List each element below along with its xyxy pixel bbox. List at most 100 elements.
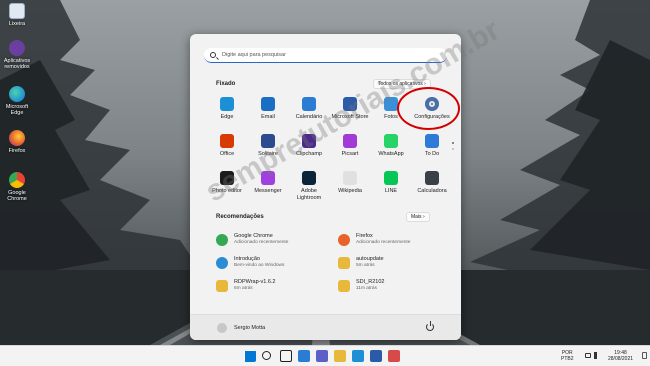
recommended-name: autoupdate	[356, 256, 384, 262]
desktop-icon-label: Microsoft Edge	[5, 104, 29, 116]
pinned-app-label: Clipchamp	[296, 151, 322, 157]
recommended-item[interactable]: Google Chrome Adicionado recentemente	[216, 232, 326, 248]
pinned-app-label: Photo editor	[212, 188, 242, 194]
page-indicator-dot[interactable]	[452, 148, 454, 150]
language-indicator[interactable]: POR PTB2	[561, 350, 574, 362]
pinned-app-calculadora[interactable]: Calculadora	[412, 171, 452, 195]
pinned-app-microsoft-store[interactable]: Microsoft Store	[330, 97, 370, 121]
recommended-subtitle: Bem-vindo ao Windows	[234, 263, 285, 268]
start-footer: Sergio Motta	[190, 314, 461, 340]
more-button[interactable]: Mais ›	[406, 212, 430, 222]
pinned-app-whatsapp[interactable]: WhatsApp	[371, 134, 411, 158]
pinned-app-label: Calendário	[295, 114, 323, 120]
clock-date: 28/08/2021	[608, 356, 634, 362]
pinned-app-calend-rio[interactable]: Calendário	[289, 97, 329, 121]
notification-icon[interactable]	[642, 352, 647, 359]
store-icon	[343, 97, 357, 111]
search-icon	[210, 52, 216, 58]
power-icon[interactable]	[426, 321, 434, 331]
pinned-app-edge[interactable]: Edge	[207, 97, 247, 121]
search-icon[interactable]	[262, 351, 271, 360]
calendar-icon	[302, 97, 316, 111]
pinned-app-to-do[interactable]: To Do	[412, 134, 452, 158]
recycle-bin-icon	[9, 3, 25, 19]
desktop-icon-firefox[interactable]: Firefox	[2, 130, 32, 154]
pinned-app-adobe-lightroom[interactable]: Adobe Lightroom	[289, 171, 329, 201]
recommended-item[interactable]: Introdução Bem-vindo ao Windows	[216, 255, 326, 271]
recommended-name: Firefox	[356, 233, 373, 239]
pinned-app-label: Microsoft Store	[331, 114, 369, 120]
task-view-icon[interactable]	[280, 350, 292, 362]
recommended-name: RDPWrap-v1.6.2	[234, 279, 276, 285]
desktop-icon-removed-apps[interactable]: Aplicativos removidos	[2, 40, 32, 70]
pinned-title: Fixado	[216, 81, 236, 87]
pinned-app-photo-editor[interactable]: Photo editor	[207, 171, 247, 195]
edge-icon	[9, 86, 25, 102]
desktop-icon-label: Aplicativos removidos	[3, 58, 31, 70]
pinned-app-label: Email	[261, 114, 275, 120]
volume-icon[interactable]	[594, 352, 600, 359]
recommended-name: Google Chrome	[234, 233, 273, 239]
recommended-name: Introdução	[234, 256, 260, 262]
photo-editor-icon	[220, 171, 234, 185]
snipping-icon[interactable]	[388, 350, 400, 362]
pinned-app-email[interactable]: Email	[248, 97, 288, 121]
pinned-app-label: Wikipedia	[338, 188, 362, 194]
start-menu: Digite aqui para pesquisar Fixado Todos …	[190, 34, 461, 340]
recommended-item[interactable]: Firefox Adicionado recentemente	[338, 232, 448, 248]
pinned-app-wikipedia[interactable]: Wikipedia	[330, 171, 370, 195]
pinned-app-office[interactable]: Office	[207, 134, 247, 158]
mail-icon	[261, 97, 275, 111]
desktop-icon-recycle-bin[interactable]: Lixeira	[2, 3, 32, 27]
store-icon[interactable]	[370, 350, 382, 362]
pinned-app-messenger[interactable]: Messenger	[248, 171, 288, 195]
calculator-icon	[425, 171, 439, 185]
recommended-name: SDI_R2102	[356, 279, 385, 285]
taskbar: POR PTB2 19:48 28/08/2021	[0, 345, 650, 366]
pinned-app-clipchamp[interactable]: Clipchamp	[289, 134, 329, 158]
user-avatar-icon[interactable]	[217, 323, 227, 333]
windows-start-icon[interactable]	[244, 350, 256, 362]
recommended-title: Recomendações	[216, 214, 264, 220]
desktop-icon-edge[interactable]: Microsoft Edge	[2, 86, 32, 116]
edge-icon[interactable]	[352, 350, 364, 362]
file-explorer-icon[interactable]	[334, 350, 346, 362]
recommended-subtitle: Adicionado recentemente	[234, 240, 289, 245]
solitaire-icon	[261, 134, 275, 148]
pinned-app-solitaire[interactable]: Solitaire	[248, 134, 288, 158]
chat-icon[interactable]	[316, 350, 328, 362]
pinned-app-picsart[interactable]: Picsart	[330, 134, 370, 158]
page-indicator-dot[interactable]	[452, 142, 454, 144]
search-input[interactable]: Digite aqui para pesquisar	[204, 48, 447, 63]
whatsapp-icon	[384, 134, 398, 148]
wikipedia-icon	[343, 171, 357, 185]
pinned-app-label: Adobe Lightroom	[296, 188, 322, 201]
removed-apps-icon	[9, 40, 25, 56]
pinned-app-label: To Do	[424, 151, 440, 157]
recommended-item[interactable]: SDI_R2102 11m atrás	[338, 278, 448, 294]
highlight-circle-settings	[397, 87, 460, 130]
chrome-icon	[9, 172, 25, 188]
recommended-item[interactable]: RDPWrap-v1.6.2 6m atrás	[216, 278, 326, 294]
edge-icon	[220, 97, 234, 111]
pinned-app-label: LINE	[384, 188, 398, 194]
desktop-icon-label: Google Chrome	[7, 190, 27, 202]
desktop-icon-chrome[interactable]: Google Chrome	[2, 172, 32, 202]
widgets-icon[interactable]	[298, 350, 310, 362]
line-icon	[384, 171, 398, 185]
user-name[interactable]: Sergio Motta	[234, 325, 265, 331]
folder-icon	[216, 280, 228, 292]
folder-icon	[338, 280, 350, 292]
pinned-app-label: Office	[219, 151, 235, 157]
pinned-app-line[interactable]: LINE	[371, 171, 411, 195]
pinned-app-label: WhatsApp	[378, 151, 404, 157]
picsart-icon	[343, 134, 357, 148]
clipchamp-icon	[302, 134, 316, 148]
clock[interactable]: 19:48 28/08/2021	[608, 350, 633, 362]
recommended-item[interactable]: autoupdate 5m atrás	[338, 255, 448, 271]
network-icon[interactable]	[585, 353, 591, 358]
chrome-icon	[216, 234, 228, 246]
search-placeholder: Digite aqui para pesquisar	[222, 52, 286, 58]
pinned-app-label: Edge	[220, 114, 234, 120]
pinned-app-label: Calculadora	[417, 188, 447, 194]
